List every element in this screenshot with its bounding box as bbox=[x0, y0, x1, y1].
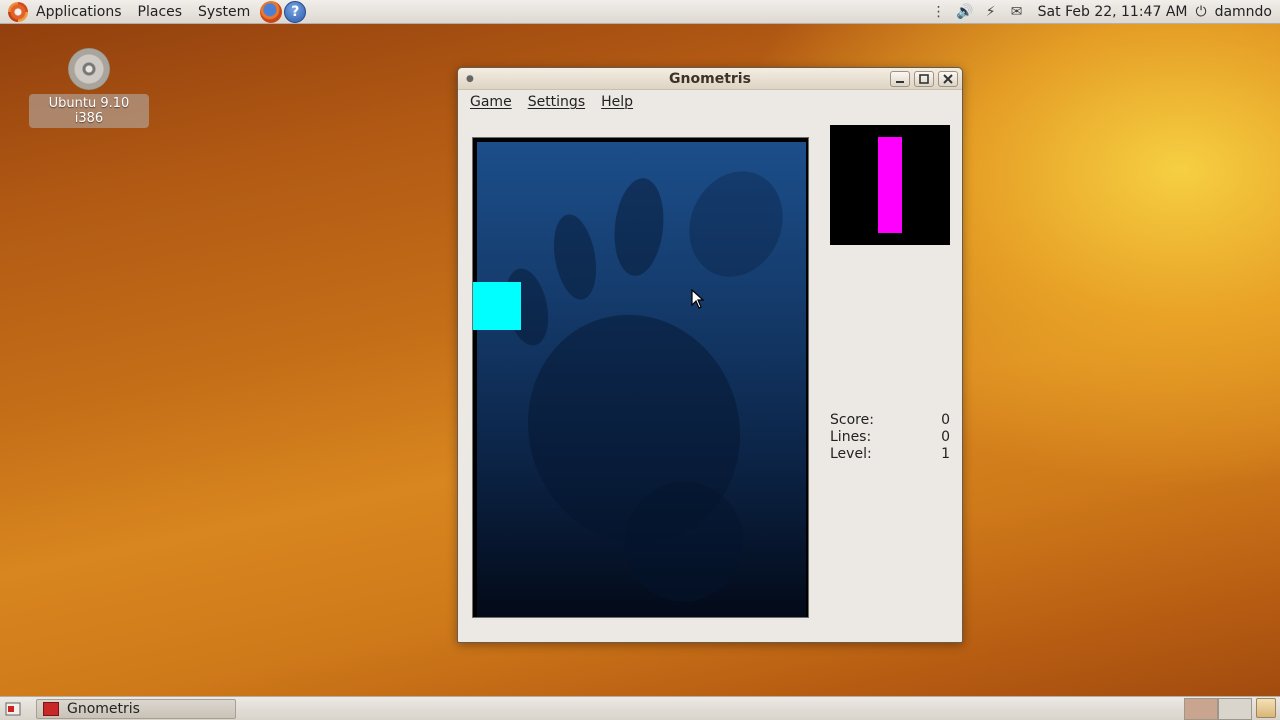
score-row: Score: 0 bbox=[830, 412, 950, 429]
bottom-panel: Gnometris bbox=[0, 696, 1280, 720]
level-row: Level: 1 bbox=[830, 446, 950, 463]
current-block bbox=[473, 282, 521, 330]
menu-applications[interactable]: Applications bbox=[28, 0, 130, 24]
workspace-2[interactable] bbox=[1218, 697, 1252, 720]
workspace-switcher bbox=[1184, 697, 1276, 720]
drag-handle-icon: ⋮ bbox=[931, 3, 946, 20]
desktop-icon-cd[interactable]: Ubuntu 9.10 i386 bbox=[29, 48, 149, 128]
system-tray: ⋮ 🔊 ⚡ ✉ Sat Feb 22, 11:47 AM ⏻ damndo bbox=[926, 0, 1280, 24]
workspace-1[interactable] bbox=[1184, 697, 1218, 720]
score-value: 0 bbox=[941, 412, 950, 428]
level-label: Level: bbox=[830, 446, 872, 462]
help-launcher-icon[interactable]: ? bbox=[284, 0, 307, 23]
gnometris-window: ● Gnometris Game Settings Help Score: 0 … bbox=[457, 67, 963, 643]
foot-watermark-toe-3 bbox=[610, 175, 668, 279]
next-piece-preview bbox=[830, 125, 950, 245]
score-label: Score: bbox=[830, 412, 874, 428]
firefox-launcher-icon[interactable] bbox=[260, 0, 283, 23]
level-value: 1 bbox=[941, 446, 950, 462]
desktop-icon-label: Ubuntu 9.10 i386 bbox=[29, 94, 149, 128]
username[interactable]: damndo bbox=[1207, 4, 1280, 20]
window-title: Gnometris bbox=[669, 70, 751, 87]
lines-value: 0 bbox=[941, 429, 950, 445]
menu-places[interactable]: Places bbox=[130, 0, 191, 24]
taskbar-item-gnometris[interactable]: Gnometris bbox=[36, 698, 236, 719]
taskbar-item-label: Gnometris bbox=[67, 700, 140, 717]
trash-icon[interactable] bbox=[1256, 697, 1276, 718]
game-board[interactable] bbox=[472, 137, 809, 618]
menu-system[interactable]: System bbox=[190, 0, 258, 24]
board-background bbox=[477, 142, 806, 617]
network-icon[interactable]: ⚡ bbox=[981, 4, 1001, 20]
volume-icon[interactable]: 🔊 bbox=[955, 4, 975, 20]
ubuntu-logo-icon[interactable] bbox=[8, 1, 28, 22]
lines-row: Lines: 0 bbox=[830, 429, 950, 446]
power-icon[interactable]: ⏻ bbox=[1195, 4, 1206, 20]
next-piece bbox=[878, 137, 902, 233]
cd-icon bbox=[68, 48, 110, 90]
menu-game[interactable]: Game bbox=[462, 94, 520, 110]
stats-panel: Score: 0 Lines: 0 Level: 1 bbox=[830, 412, 950, 463]
clock[interactable]: Sat Feb 22, 11:47 AM bbox=[1030, 4, 1196, 20]
foot-watermark-toe-4 bbox=[672, 156, 800, 292]
top-panel: Applications Places System ? ⋮ 🔊 ⚡ ✉ Sat… bbox=[0, 0, 1280, 24]
foot-watermark-toe-2 bbox=[547, 211, 603, 303]
menu-help[interactable]: Help bbox=[593, 94, 641, 110]
lines-label: Lines: bbox=[830, 429, 872, 445]
gnometris-app-icon bbox=[43, 701, 59, 716]
window-titlebar[interactable]: ● Gnometris bbox=[458, 68, 962, 90]
show-desktop-icon bbox=[5, 702, 21, 715]
show-desktop-button[interactable] bbox=[2, 699, 24, 719]
window-menubar: Game Settings Help bbox=[458, 90, 962, 114]
menu-settings[interactable]: Settings bbox=[520, 94, 593, 110]
mail-icon[interactable]: ✉ bbox=[1007, 4, 1027, 20]
